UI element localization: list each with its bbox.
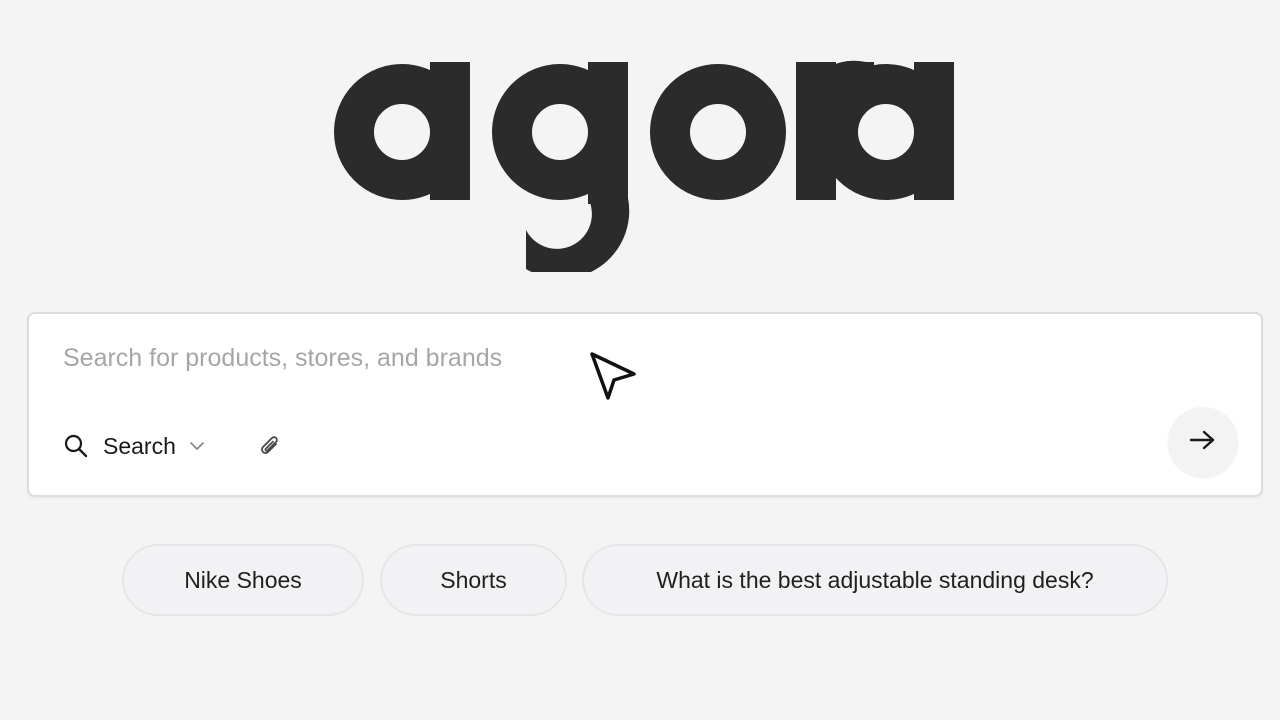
suggestion-label: Shorts: [440, 566, 507, 593]
agora-logo: [334, 58, 958, 272]
search-mode-dropdown[interactable]: Search: [63, 428, 206, 464]
suggestion-chip[interactable]: Shorts: [380, 544, 567, 616]
paperclip-icon: [257, 434, 283, 465]
attach-button[interactable]: [255, 434, 285, 464]
chevron-down-icon: [188, 439, 206, 453]
search-input[interactable]: [63, 336, 763, 380]
suggestion-label: Nike Shoes: [184, 566, 302, 593]
search-box: Search: [27, 312, 1263, 497]
suggestion-chip[interactable]: What is the best adjustable standing des…: [582, 544, 1168, 616]
agora-logo-graphic: [334, 60, 954, 272]
page: Search Nike Shoes: [0, 0, 1280, 720]
suggestion-chip[interactable]: Nike Shoes: [122, 544, 364, 616]
submit-search-button[interactable]: [1168, 407, 1238, 477]
search-icon: [63, 433, 89, 459]
suggestion-label: What is the best adjustable standing des…: [656, 566, 1094, 593]
search-mode-label: Search: [103, 432, 176, 459]
arrow-right-icon: [1188, 428, 1218, 457]
